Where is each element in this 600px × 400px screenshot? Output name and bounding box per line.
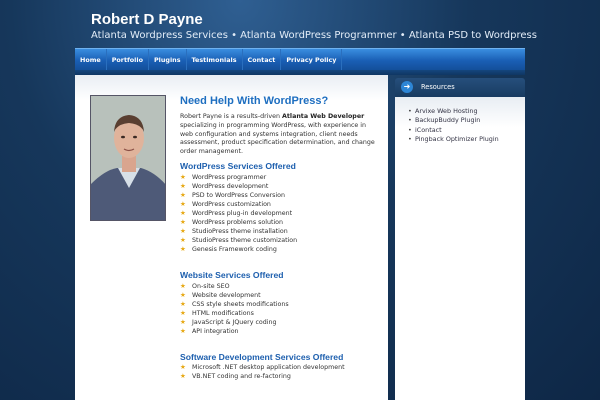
star-bullet-icon: ★: [180, 291, 186, 299]
resource-link-backupbuddy[interactable]: BackupBuddy Plugin: [408, 116, 499, 126]
star-bullet-icon: ★: [180, 318, 186, 326]
page-title: Need Help With WordPress?: [180, 95, 329, 107]
sidebar-title: Resources: [421, 83, 455, 91]
list-item: ★ VB.NET coding and re-factoring: [180, 372, 291, 380]
star-bullet-icon: ★: [180, 245, 186, 253]
portrait-image: [91, 96, 165, 220]
software-services-list: ★ Microsoft .NET desktop application deve…: [180, 363, 345, 381]
list-item: ★ StudioPress theme installation: [180, 227, 288, 235]
intro-text-start: Robert Payne is a results-driven: [180, 113, 283, 120]
site-title[interactable]: Robert D Payne: [91, 11, 203, 28]
star-bullet-icon: ★: [180, 327, 186, 335]
star-bullet-icon: ★: [180, 363, 186, 371]
profile-photo: [90, 95, 166, 221]
section-heading-wordpress: WordPress Services Offered: [180, 161, 296, 171]
list-item: ★ JavaScript & JQuery coding: [180, 318, 277, 326]
star-bullet-icon: ★: [180, 191, 186, 199]
list-item: ★ WordPress customization: [180, 200, 271, 208]
list-item: ★ Website development: [180, 291, 261, 299]
list-item: ★ WordPress development: [180, 182, 269, 190]
main-nav: Home Portfolio Plugins Testimonials Cont…: [75, 48, 525, 71]
website-services-list: ★ On-site SEO ★ Website development ★ CSS s…: [180, 282, 289, 336]
site-header: Robert D Payne Atlanta Wordpress Service…: [0, 0, 600, 48]
main-content: Need Help With WordPress? Robert Payne i…: [180, 95, 380, 380]
list-item: ★ On-site SEO: [180, 282, 230, 290]
section-heading-website: Website Services Offered: [180, 270, 284, 280]
star-bullet-icon: ★: [180, 300, 186, 308]
list-item: ★ StudioPress theme customization: [180, 236, 298, 244]
star-bullet-icon: ★: [180, 227, 186, 235]
list-item: ★ Genesis Framework coding: [180, 245, 277, 253]
star-bullet-icon: ★: [180, 236, 186, 244]
intro-text-bold: Atlanta Web Developer: [282, 113, 365, 120]
resource-link-icontact[interactable]: iContact: [408, 126, 499, 136]
list-item: ★ WordPress problems solution: [180, 218, 284, 226]
intro-paragraph: Robert Payne is a results-driven Atlanta…: [180, 113, 380, 157]
star-bullet-icon: ★: [180, 372, 186, 380]
star-bullet-icon: ★: [180, 218, 186, 226]
nav-item-portfolio[interactable]: Portfolio: [107, 48, 149, 71]
wordpress-services-list: ★ WordPress programmer ★ WordPress develop…: [180, 173, 297, 254]
list-item: ★ WordPress plug-in development: [180, 209, 293, 217]
star-bullet-icon: ★: [180, 182, 186, 190]
resource-link-pingback-optimizer[interactable]: Pingback Optimizer Plugin: [408, 135, 499, 145]
sidebar-header: ➜ Resources: [395, 78, 525, 97]
nav-item-home[interactable]: Home: [75, 48, 107, 71]
resource-link-arvixe[interactable]: Arvixe Web Hosting: [408, 107, 499, 117]
intro-text-end: specializing in programming WordPress, w…: [180, 121, 375, 156]
list-item: ★ Microsoft .NET desktop application deve…: [180, 363, 345, 371]
nav-item-contact[interactable]: Contact: [243, 48, 282, 71]
star-bullet-icon: ★: [180, 200, 186, 208]
star-bullet-icon: ★: [180, 282, 186, 290]
list-item: ★ HTML modifications: [180, 309, 254, 317]
star-bullet-icon: ★: [180, 309, 186, 317]
star-bullet-icon: ★: [180, 173, 186, 181]
section-heading-software: Software Development Services Offered: [180, 352, 344, 362]
star-bullet-icon: ★: [180, 209, 186, 217]
nav-item-privacy-policy[interactable]: Privacy Policy: [281, 48, 343, 71]
site-tagline: Atlanta Wordpress Services • Atlanta Wor…: [91, 30, 537, 41]
list-item: ★ PSD to WordPress Conversion: [180, 191, 286, 199]
nav-item-plugins[interactable]: Plugins: [149, 48, 187, 71]
list-item: ★ API integration: [180, 327, 239, 335]
list-item: ★ WordPress programmer: [180, 173, 267, 181]
resources-list: Arvixe Web Hosting BackupBuddy Plugin iC…: [408, 107, 499, 144]
nav-item-testimonials[interactable]: Testimonials: [187, 48, 243, 71]
arrow-right-icon: ➜: [401, 81, 413, 93]
list-item: ★ CSS style sheets modifications: [180, 300, 289, 308]
